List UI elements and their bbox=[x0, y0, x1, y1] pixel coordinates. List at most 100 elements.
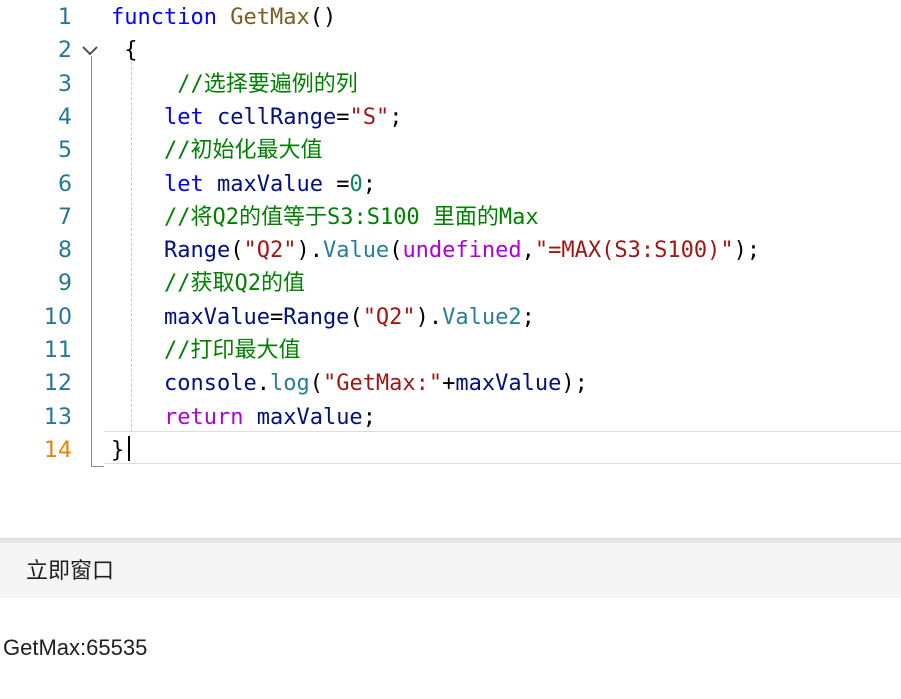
line-number: 4 bbox=[58, 104, 72, 130]
code-text: //选择要遍例的列 bbox=[111, 68, 358, 101]
code-line[interactable]: 12 console.log("GetMax:"+maxValue); bbox=[0, 367, 901, 400]
code-token: log bbox=[269, 371, 310, 397]
line-number: 3 bbox=[58, 71, 72, 97]
code-token: Range bbox=[163, 238, 231, 264]
line-number: 10 bbox=[44, 304, 72, 330]
code-token: maxValue bbox=[163, 304, 270, 330]
code-token: cellRange bbox=[216, 104, 337, 130]
code-text: function GetMax() bbox=[111, 1, 336, 34]
code-text: } bbox=[111, 434, 124, 467]
code-token: Value bbox=[322, 238, 390, 264]
code-token: maxValue bbox=[455, 371, 562, 397]
code-token: ; bbox=[389, 104, 403, 130]
code-line[interactable]: 9 //获取Q2的值 bbox=[0, 267, 901, 300]
code-token: //选择要遍例的列 bbox=[177, 71, 358, 97]
code-token: ( bbox=[389, 238, 403, 264]
code-token: "GetMax:" bbox=[322, 371, 443, 397]
code-token: "Q2" bbox=[362, 304, 416, 330]
code-token: ( bbox=[349, 304, 363, 330]
code-token: "Q2" bbox=[243, 238, 297, 264]
code-token: maxValue bbox=[256, 404, 363, 430]
code-line[interactable]: 3 //选择要遍例的列 bbox=[0, 68, 901, 101]
chevron-down-icon[interactable] bbox=[80, 42, 100, 60]
immediate-window-output[interactable]: GetMax:65535 bbox=[0, 598, 901, 699]
code-token: 0 bbox=[349, 171, 363, 197]
code-token: { bbox=[111, 38, 138, 64]
code-text: //初始化最大值 bbox=[111, 134, 323, 167]
code-line[interactable]: 11 //打印最大值 bbox=[0, 334, 901, 367]
code-token: = bbox=[336, 104, 350, 130]
line-number: 14 bbox=[44, 437, 72, 463]
code-token: ). bbox=[296, 238, 323, 264]
code-token: ( bbox=[230, 238, 244, 264]
code-token: function bbox=[111, 5, 217, 30]
code-editor[interactable]: 1 function GetMax() 2 {3 //选择要遍例的列 4 let ce… bbox=[0, 0, 901, 540]
code-token: Value2 bbox=[442, 304, 522, 330]
code-token: undefined bbox=[402, 238, 522, 264]
line-number: 12 bbox=[44, 371, 72, 397]
code-token: Range bbox=[283, 304, 350, 330]
code-text: Range("Q2").Value(undefined,"=MAX(S3:S10… bbox=[111, 234, 760, 267]
code-token: () bbox=[309, 5, 337, 30]
line-number: 8 bbox=[58, 238, 72, 264]
output-line: GetMax:65535 bbox=[3, 635, 148, 660]
code-line[interactable]: 6 let maxValue =0; bbox=[0, 168, 901, 201]
code-line[interactable]: 2 { bbox=[0, 34, 901, 67]
code-token: "S" bbox=[349, 104, 390, 130]
code-token: //打印最大值 bbox=[163, 338, 301, 363]
code-token: ). bbox=[415, 304, 443, 330]
line-number: 13 bbox=[44, 404, 72, 430]
code-token: GetMax bbox=[230, 5, 310, 30]
code-token: ); bbox=[733, 238, 761, 264]
code-text: return maxValue; bbox=[111, 401, 376, 434]
code-token: console bbox=[163, 371, 257, 397]
code-line[interactable]: 14} bbox=[0, 434, 901, 467]
code-token: let bbox=[163, 171, 204, 197]
code-text: maxValue=Range("Q2").Value2; bbox=[111, 301, 535, 334]
code-line[interactable]: 8 Range("Q2").Value(undefined,"=MAX(S3:S… bbox=[0, 234, 901, 267]
code-token: ; bbox=[521, 304, 535, 330]
code-token: //将Q2的值等于S3:S100 里面的Max bbox=[163, 204, 539, 230]
code-text: //将Q2的值等于S3:S100 里面的Max bbox=[111, 201, 539, 234]
code-token: + bbox=[442, 371, 456, 397]
code-line[interactable]: 7 //将Q2的值等于S3:S100 里面的Max bbox=[0, 201, 901, 234]
code-token: = bbox=[269, 304, 284, 330]
code-token: . bbox=[256, 371, 270, 397]
line-number: 1 bbox=[58, 5, 72, 30]
immediate-window-title: 立即窗口 bbox=[26, 559, 115, 584]
code-line[interactable]: 4 let cellRange="S"; bbox=[0, 101, 901, 134]
code-token: ( bbox=[309, 371, 323, 397]
code-token: ; bbox=[362, 404, 376, 430]
code-text: let maxValue =0; bbox=[111, 168, 376, 201]
line-number: 7 bbox=[58, 204, 72, 230]
code-token: maxValue bbox=[216, 171, 323, 197]
code-token: return bbox=[163, 404, 244, 430]
code-token: //获取Q2的值 bbox=[163, 271, 305, 297]
line-number: 9 bbox=[58, 271, 72, 297]
code-token: , bbox=[521, 238, 535, 264]
code-token: //初始化最大值 bbox=[163, 138, 323, 164]
line-number: 11 bbox=[44, 338, 72, 363]
code-text: //打印最大值 bbox=[111, 334, 301, 367]
code-line[interactable]: 13 return maxValue; bbox=[0, 401, 901, 434]
code-line[interactable]: 5 //初始化最大值 bbox=[0, 134, 901, 167]
code-token: ; bbox=[362, 171, 376, 197]
code-line[interactable]: 10 maxValue=Range("Q2").Value2; bbox=[0, 301, 901, 334]
code-token: = bbox=[322, 171, 350, 197]
code-text: let cellRange="S"; bbox=[111, 101, 402, 134]
code-line[interactable]: 1 function GetMax() bbox=[0, 1, 901, 34]
